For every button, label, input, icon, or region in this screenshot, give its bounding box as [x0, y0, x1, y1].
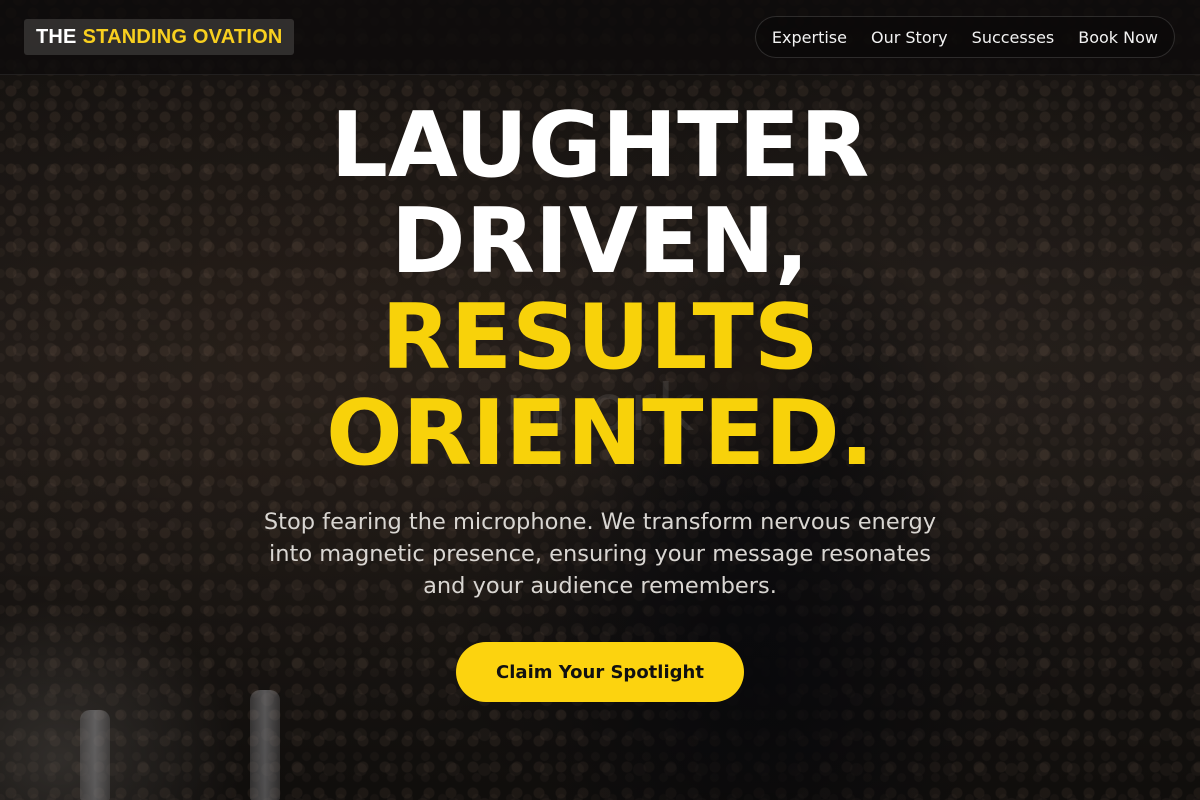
headline-line-2: DRIVEN, [390, 189, 810, 294]
brand-name: STANDING OVATION [82, 25, 283, 48]
nav-menu: Expertise Our Story Successes Book Now [754, 16, 1175, 58]
nav-link-successes[interactable]: Successes [972, 28, 1055, 47]
claim-spotlight-button[interactable]: Claim Your Spotlight [456, 642, 744, 702]
brand-prefix: THE [36, 25, 77, 48]
nav-link-expertise[interactable]: Expertise [772, 28, 847, 47]
hero-subtitle: Stop fearing the microphone. We transfor… [263, 509, 937, 599]
nav-link-book-now[interactable]: Book Now [1078, 28, 1158, 47]
navbar: THE STANDING OVATION Expertise Our Story… [0, 0, 1200, 75]
headline-line-1: LAUGHTER [330, 93, 870, 198]
page: m ork THE STANDING OVATION Expertise Our… [0, 0, 1200, 800]
headline-line-3: RESULTS [381, 285, 819, 390]
brand-logo[interactable]: THE STANDING OVATION [24, 19, 295, 55]
nav-link-our-story[interactable]: Our Story [871, 28, 948, 47]
headline-line-4: ORIENTED. [326, 381, 874, 486]
hero-headline: LAUGHTER DRIVEN, RESULTS ORIENTED. [0, 98, 1200, 482]
